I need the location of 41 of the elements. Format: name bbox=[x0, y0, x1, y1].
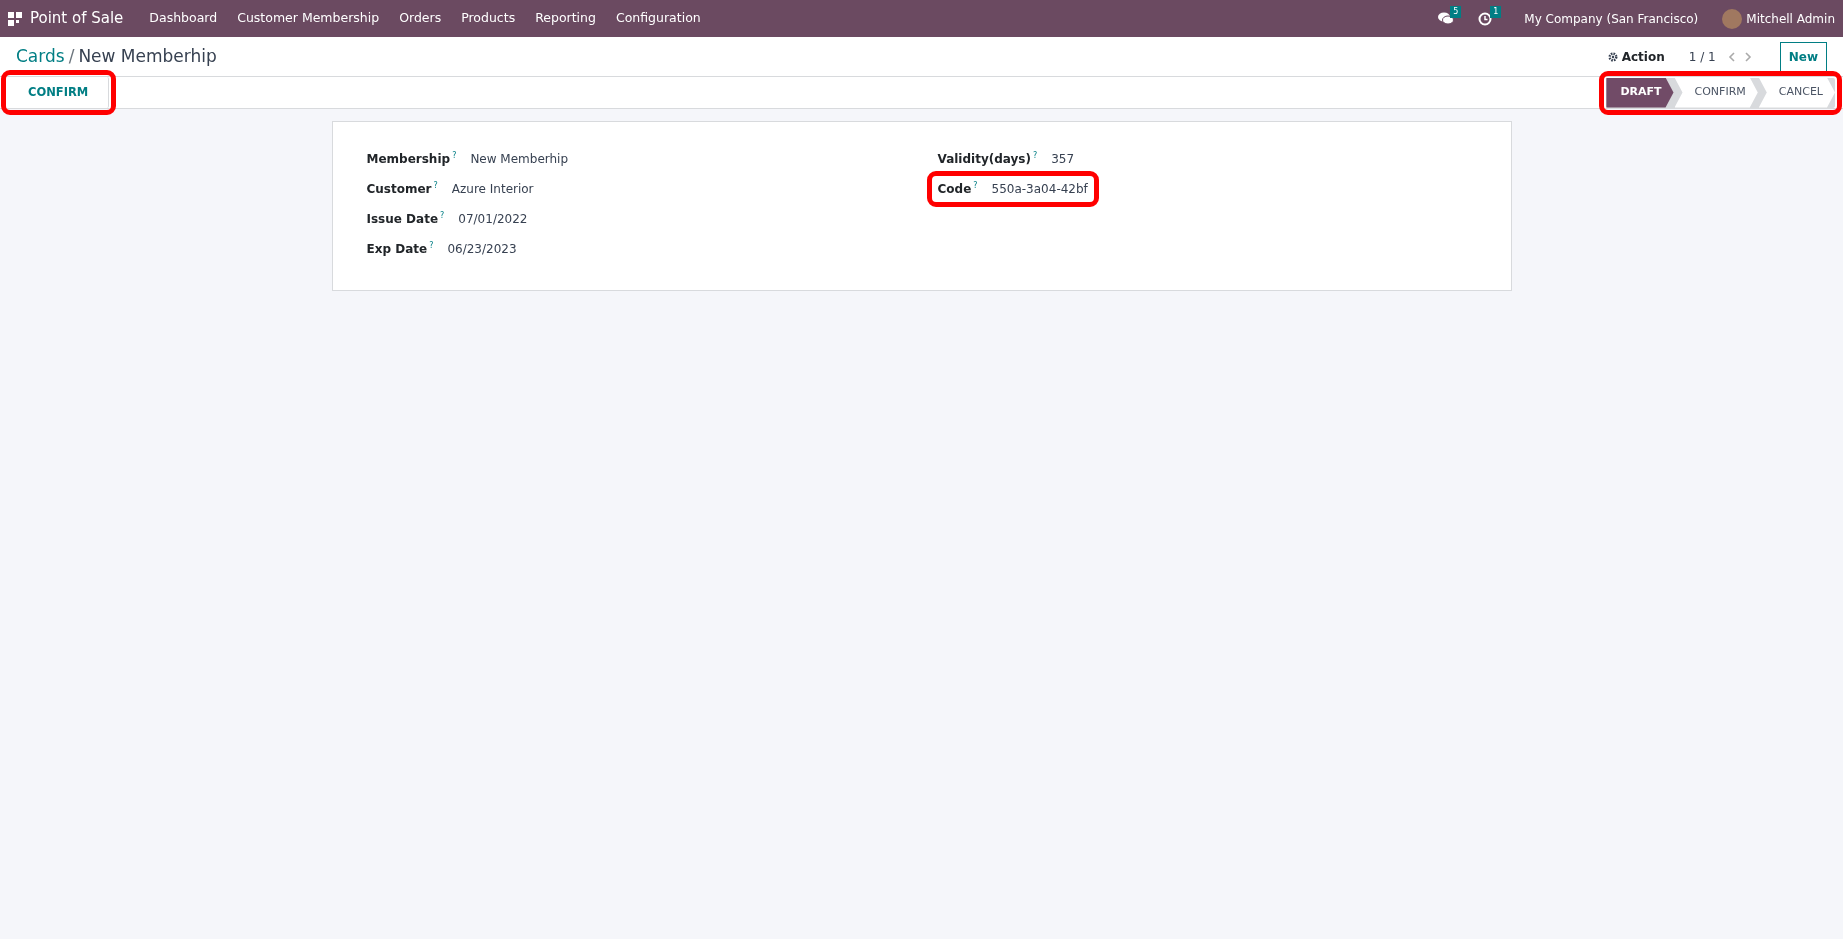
status-stage[interactable]: DRAFT bbox=[1606, 77, 1674, 108]
field-label: Validity(days) bbox=[937, 151, 1031, 168]
field-label: Issue Date bbox=[366, 211, 439, 228]
field-label: Membership bbox=[366, 151, 451, 168]
help-tooltip[interactable]: ? bbox=[429, 240, 434, 258]
field-label: Customer bbox=[366, 181, 432, 198]
status-stage[interactable]: CONFIRM bbox=[1674, 77, 1758, 108]
field-value[interactable]: 06/23/2023 bbox=[447, 240, 517, 258]
help-tooltip[interactable]: ? bbox=[433, 180, 438, 198]
field-value[interactable]: 357 bbox=[1051, 150, 1075, 168]
menu-item[interactable]: Orders bbox=[389, 9, 452, 28]
menu-item[interactable]: Products bbox=[451, 9, 526, 28]
menu-item[interactable]: Reporting bbox=[525, 9, 606, 28]
user-menu[interactable]: Mitchell Admin bbox=[1746, 9, 1835, 28]
action-menu-button[interactable]: Action bbox=[1607, 47, 1665, 66]
app-name[interactable]: Point of Sale bbox=[30, 7, 124, 30]
menu-item[interactable]: Customer Membership bbox=[227, 9, 390, 28]
help-tooltip[interactable]: ? bbox=[1032, 150, 1038, 168]
help-tooltip[interactable]: ? bbox=[452, 150, 457, 168]
gear-icon bbox=[1607, 51, 1618, 62]
menu-item[interactable]: Configuration bbox=[605, 9, 711, 28]
field-value[interactable]: Azure Interior bbox=[451, 180, 534, 198]
field-value[interactable]: New Memberhip bbox=[470, 150, 569, 168]
company-switcher[interactable]: My Company (San Francisco) bbox=[1524, 9, 1699, 28]
field-value[interactable]: 07/01/2022 bbox=[458, 210, 528, 228]
status-stage[interactable]: CANCEL bbox=[1758, 77, 1835, 108]
breadcrumb-link[interactable]: Cards bbox=[16, 45, 65, 66]
activity-count-badge: 1 bbox=[1490, 5, 1502, 18]
field-value[interactable]: 550a-3a04-42bf bbox=[991, 180, 1088, 198]
pager-value: 1 / 1 bbox=[1688, 48, 1716, 66]
new-button[interactable]: New bbox=[1779, 41, 1827, 72]
message-count-badge: 5 bbox=[1450, 5, 1462, 18]
breadcrumb-separator: / bbox=[68, 45, 75, 66]
field-label: Exp Date bbox=[366, 241, 428, 258]
apps-menu-icon[interactable] bbox=[8, 11, 22, 26]
menu-item[interactable]: Dashboard bbox=[139, 9, 228, 28]
clock-icon[interactable] bbox=[1478, 12, 1493, 26]
help-tooltip[interactable]: ? bbox=[440, 210, 445, 228]
help-tooltip[interactable]: ? bbox=[973, 180, 978, 198]
field-label: Code bbox=[937, 181, 972, 198]
breadcrumb-current: New Memberhip bbox=[78, 45, 217, 66]
